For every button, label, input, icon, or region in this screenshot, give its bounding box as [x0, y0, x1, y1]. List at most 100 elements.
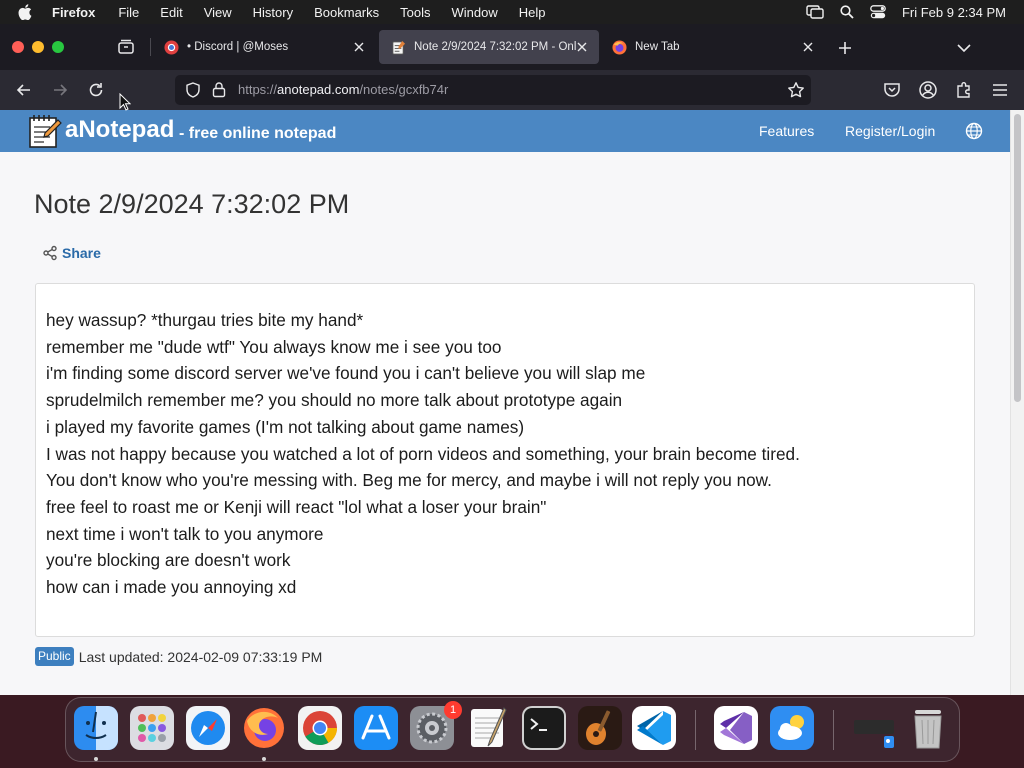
app-menu-hamburger-icon[interactable]	[990, 80, 1010, 100]
firefox-favicon-icon	[612, 39, 627, 55]
tab-note[interactable]: Note 2/9/2024 7:32:02 PM - Onl	[379, 30, 599, 64]
menu-window[interactable]: Window	[452, 5, 498, 20]
url-path: /notes/gcxfb74r	[359, 82, 449, 97]
running-indicator	[262, 757, 266, 761]
menu-tools[interactable]: Tools	[400, 5, 430, 20]
menu-file[interactable]: File	[118, 5, 139, 20]
new-tab-plus-icon[interactable]	[836, 39, 854, 57]
language-globe-icon[interactable]	[965, 122, 983, 140]
site-tagline: - free online notepad	[179, 125, 337, 142]
garageband-icon[interactable]	[578, 706, 622, 750]
system-settings-icon[interactable]: 1	[410, 701, 462, 750]
firefox-view-icon[interactable]	[117, 38, 135, 56]
menu-view[interactable]: View	[204, 5, 232, 20]
last-updated-text: Last updated: 2024-02-09 07:33:19 PM	[78, 648, 323, 665]
tab-discord[interactable]: • Discord | @Moses	[152, 30, 376, 64]
nav-features-link[interactable]: Features	[759, 123, 814, 139]
close-tab-icon[interactable]	[352, 40, 366, 54]
site-header: aNotepad - free online notepad Features …	[0, 110, 1010, 152]
note-line: i played my favorite games (I'm not talk…	[46, 416, 525, 437]
note-line: remember me "dude wtf" You always know m…	[46, 336, 502, 357]
note-meta: Public Last updated: 2024-02-09 07:33:19…	[35, 647, 322, 666]
screen-mirroring-icon[interactable]	[806, 5, 824, 19]
vscode-icon[interactable]	[632, 706, 676, 750]
textedit-icon[interactable]	[466, 706, 510, 750]
safari-icon[interactable]	[186, 706, 230, 750]
weather-icon[interactable]	[770, 706, 814, 750]
url-text[interactable]: https://anotepad.com/notes/gcxfb74r	[238, 82, 448, 97]
note-line: hey wassup? *thurgau tries bite my hand*	[46, 310, 364, 330]
visibility-badge: Public	[35, 647, 74, 666]
note-line: next time i won't talk to you anymore	[46, 523, 324, 544]
url-scheme: https://	[238, 82, 278, 97]
pocket-icon[interactable]	[882, 80, 902, 100]
tab-new-tab[interactable]: New Tab	[600, 30, 825, 64]
app-store-icon[interactable]	[354, 706, 398, 750]
downloads-stack-icon[interactable]	[852, 706, 896, 750]
close-tab-icon[interactable]	[575, 40, 589, 54]
bookmark-star-icon[interactable]	[787, 81, 805, 99]
note-line: I was not happy because you watched a lo…	[46, 443, 800, 464]
note-line: how can i made you annoying xd	[46, 577, 297, 598]
lock-icon[interactable]	[211, 81, 227, 98]
apple-menu-icon[interactable]	[18, 4, 36, 20]
browser-nav-bar: https://anotepad.com/notes/gcxfb74r	[0, 70, 1024, 110]
forward-arrow-icon[interactable]	[50, 80, 70, 100]
close-tab-icon[interactable]	[801, 40, 815, 54]
scrollbar-thumb[interactable]	[1014, 114, 1021, 402]
window-zoom-button[interactable]	[52, 41, 64, 53]
address-bar[interactable]: https://anotepad.com/notes/gcxfb74r	[175, 75, 811, 105]
page-viewport: aNotepad - free online notepad Features …	[0, 110, 1024, 695]
spotlight-search-icon[interactable]	[840, 5, 854, 19]
control-center-icon[interactable]	[870, 5, 886, 19]
tab-title: New Tab	[635, 41, 680, 53]
terminal-icon[interactable]	[522, 706, 566, 750]
window-close-button[interactable]	[12, 41, 24, 53]
tab-separator	[150, 38, 151, 56]
nav-register-login-link[interactable]: Register/Login	[845, 123, 935, 139]
menu-history[interactable]: History	[253, 5, 293, 20]
macos-dock: 1	[65, 697, 960, 762]
list-all-tabs-chevron-icon[interactable]	[955, 39, 973, 57]
chrome-icon[interactable]	[298, 706, 342, 750]
account-icon[interactable]	[918, 80, 938, 100]
firefox-dock-icon[interactable]	[242, 706, 286, 750]
note-lines: hey wassup? *thurgau tries bite my hand*…	[46, 307, 800, 601]
dock-separator	[695, 710, 696, 750]
browser-tab-strip: • Discord | @Moses Note 2/9/2024 7:32:02…	[0, 24, 1024, 70]
visual-studio-icon[interactable]	[714, 706, 758, 750]
window-controls	[12, 41, 64, 53]
chrome-red-favicon-icon	[164, 39, 179, 55]
notepad-favicon-icon	[391, 40, 406, 55]
app-menu-firefox[interactable]: Firefox	[52, 5, 95, 20]
menu-edit[interactable]: Edit	[160, 5, 182, 20]
note-content-box[interactable]: hey wassup? *thurgau tries bite my hand*…	[35, 283, 975, 637]
menubar-clock[interactable]: Fri Feb 9 2:34 PM	[902, 5, 1006, 20]
mouse-pointer-icon	[119, 92, 132, 111]
share-label: Share	[62, 245, 101, 261]
launchpad-icon[interactable]	[130, 706, 174, 750]
share-link[interactable]: Share	[42, 245, 101, 261]
back-arrow-icon[interactable]	[14, 80, 34, 100]
menu-bookmarks[interactable]: Bookmarks	[314, 5, 379, 20]
page-scrollbar[interactable]	[1010, 110, 1024, 695]
window-minimize-button[interactable]	[32, 41, 44, 53]
note-line: i'm finding some discord server we've fo…	[46, 363, 646, 384]
note-line: sprudelmilch remember me? you should no …	[46, 390, 623, 411]
tab-title: • Discord | @Moses	[187, 41, 289, 53]
tab-title: Note 2/9/2024 7:32:02 PM - Onl	[414, 41, 577, 53]
dock-separator	[833, 710, 834, 750]
reload-icon[interactable]	[86, 80, 106, 100]
running-indicator	[94, 757, 98, 761]
notification-badge: 1	[444, 701, 462, 719]
notepad-logo-icon[interactable]	[28, 113, 62, 149]
extensions-icon[interactable]	[954, 80, 974, 100]
finder-icon[interactable]	[74, 706, 118, 750]
trash-icon[interactable]	[906, 706, 950, 750]
site-name[interactable]: aNotepad	[65, 116, 174, 144]
menu-help[interactable]: Help	[519, 5, 546, 20]
note-title: Note 2/9/2024 7:32:02 PM	[34, 189, 350, 219]
tracking-protection-shield-icon[interactable]	[185, 82, 201, 98]
note-line: free feel to roast me or Kenji will reac…	[46, 496, 547, 517]
note-line: you're blocking are doesn't work	[46, 550, 291, 571]
